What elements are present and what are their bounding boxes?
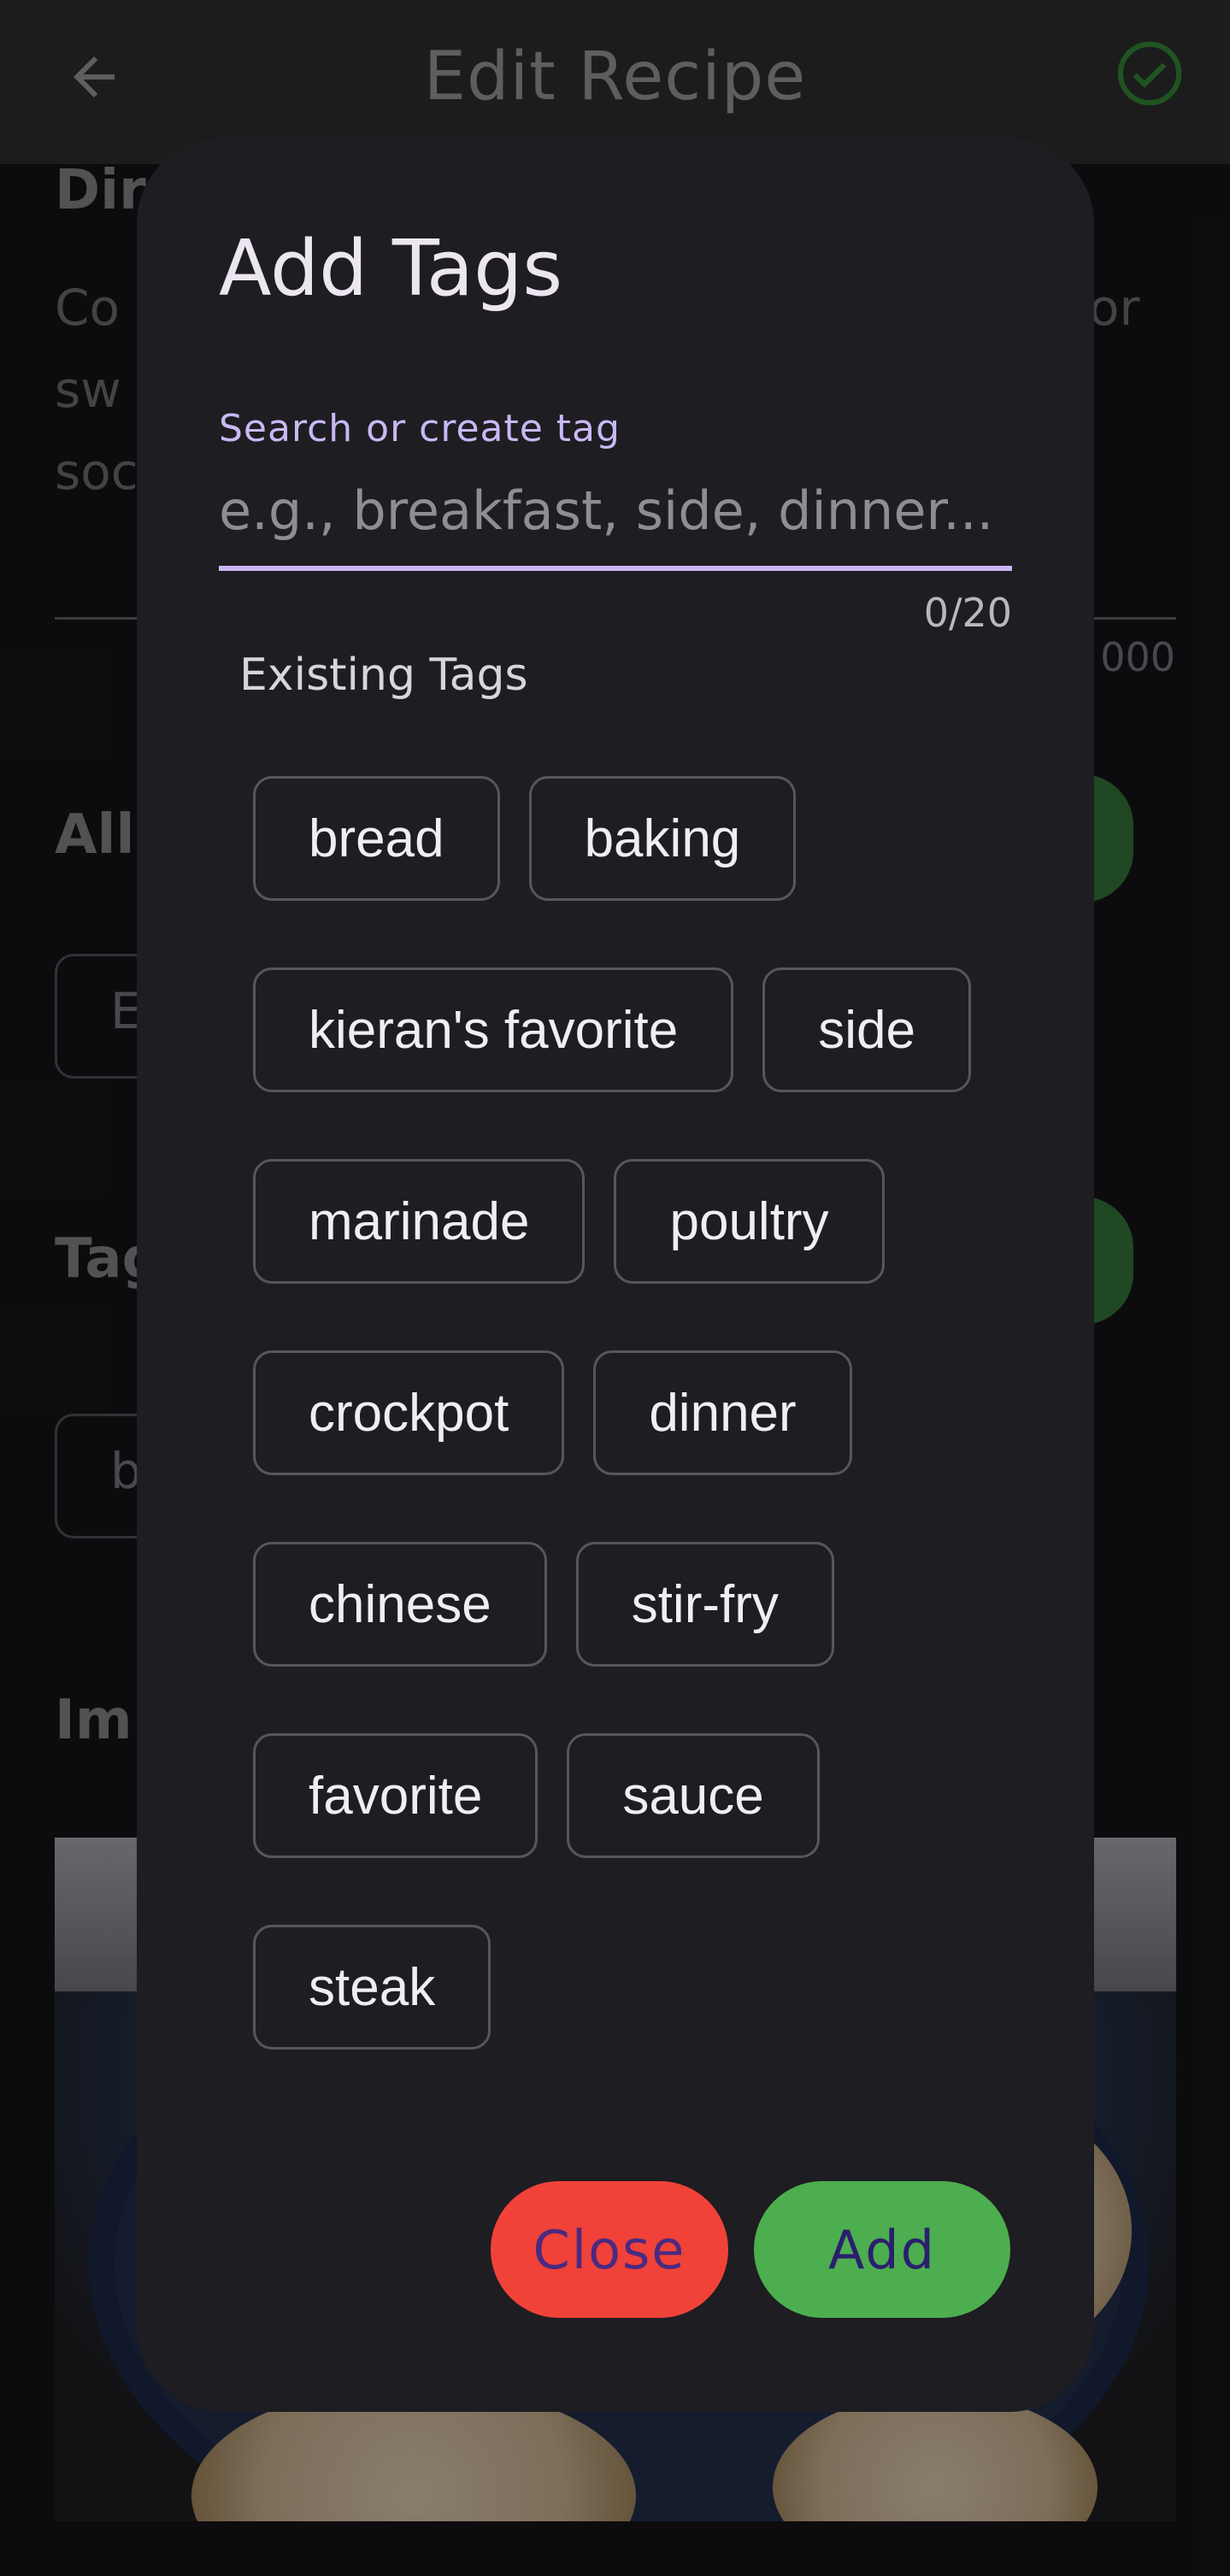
tag-row: crockpot dinner: [253, 1350, 1022, 1542]
tag-chip-bread[interactable]: bread: [253, 776, 500, 901]
tag-row: marinade poultry: [253, 1159, 1022, 1350]
add-button[interactable]: Add: [754, 2181, 1010, 2318]
tag-chip-poultry[interactable]: poultry: [614, 1159, 885, 1284]
tag-search-input[interactable]: [219, 472, 1012, 549]
tag-chip-dinner[interactable]: dinner: [593, 1350, 852, 1475]
tag-chip-kierans-favorite[interactable]: kieran's favorite: [253, 967, 734, 1092]
tag-chip-steak[interactable]: steak: [253, 1925, 491, 2050]
tag-chip-sauce[interactable]: sauce: [567, 1733, 820, 1858]
tag-row: kieran's favorite side: [253, 967, 1022, 1159]
tag-chip-stir-fry[interactable]: stir-fry: [575, 1542, 834, 1667]
tag-chip-side[interactable]: side: [762, 967, 971, 1092]
tag-row: bread baking: [253, 776, 1022, 967]
close-button[interactable]: Close: [491, 2181, 728, 2318]
existing-tags-list: bread baking kieran's favorite side mari…: [253, 776, 1022, 2116]
tag-row: favorite sauce: [253, 1733, 1022, 1925]
dialog-title: Add Tags: [219, 224, 563, 314]
tag-chip-baking[interactable]: baking: [528, 776, 797, 901]
tag-chip-marinade[interactable]: marinade: [253, 1159, 586, 1284]
tag-chip-crockpot[interactable]: crockpot: [253, 1350, 565, 1475]
add-tags-dialog: Add Tags Search or create tag 0/20 Exist…: [137, 138, 1094, 2412]
tag-chip-favorite[interactable]: favorite: [253, 1733, 538, 1858]
search-field-underline: [219, 566, 1012, 571]
search-char-counter: 0/20: [923, 590, 1012, 636]
existing-tags-label: Existing Tags: [239, 650, 528, 701]
tag-chip-chinese[interactable]: chinese: [253, 1542, 547, 1667]
tag-row: chinese stir-fry: [253, 1542, 1022, 1733]
tag-row: steak: [253, 1925, 1022, 2116]
search-field-label: Search or create tag: [219, 407, 621, 450]
